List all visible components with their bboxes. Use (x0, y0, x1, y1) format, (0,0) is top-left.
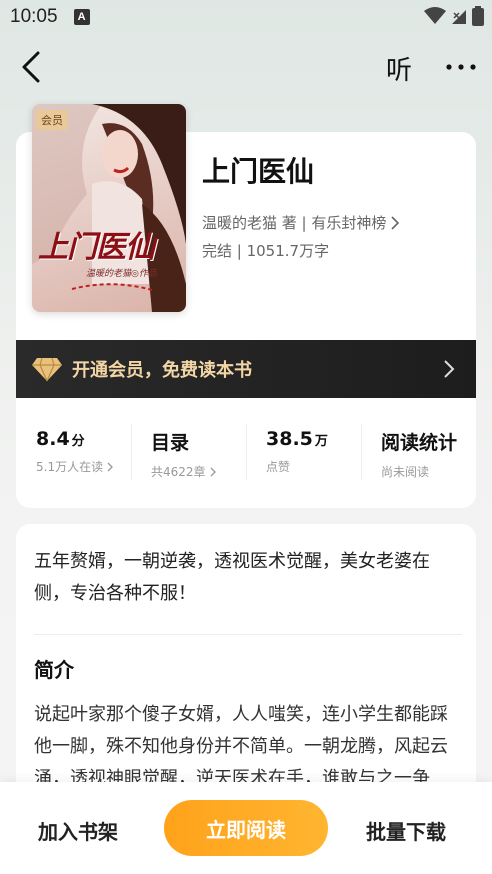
stat-likes[interactable]: 38.5 万 点赞 (246, 398, 361, 508)
signal-icon (452, 10, 466, 24)
reading-stats-label: 阅读统计 (381, 432, 458, 454)
listen-button[interactable]: 听 (386, 50, 412, 87)
likes-value: 38.5 (266, 428, 313, 450)
status-time: 10:05 (10, 6, 58, 27)
more-icon[interactable] (444, 54, 478, 80)
battery-icon (472, 6, 484, 26)
stat-rating[interactable]: 8.4 分 5.1万人在读 (16, 398, 131, 508)
chevron-right-icon (210, 467, 216, 476)
top-bar: 听 (0, 34, 492, 98)
cover-author: 温暖的老猫◎作品 (86, 269, 157, 279)
rating-value: 8.4 (36, 428, 70, 450)
stat-catalog[interactable]: 目录 共4622章 (131, 398, 246, 508)
likes-unit: 万 (314, 434, 328, 449)
book-title: 上门医仙 (202, 155, 315, 188)
stat-reading-stats[interactable]: 阅读统计 尚未阅读 (361, 398, 476, 508)
diamond-icon (32, 357, 62, 382)
reading-status: 尚未阅读 (381, 465, 430, 479)
book-author-line[interactable]: 温暖的老猫 著 | 有乐封神榜 (202, 212, 401, 233)
book-cover[interactable]: 会员 上门医仙 温暖的老猫◎作品 (32, 104, 186, 312)
cover-illustration (32, 104, 186, 312)
back-icon[interactable] (18, 50, 48, 84)
book-status-line: 完结 | 1051.7万字 (202, 242, 330, 260)
cover-title: 上门医仙 (38, 230, 155, 265)
chevron-right-icon (391, 215, 400, 230)
stats-row: 8.4 分 5.1万人在读 目录 共4622章 38.5 万 点赞 阅读统计 尚未阅… (16, 398, 476, 508)
add-to-shelf-button[interactable]: 加入书架 (38, 816, 118, 845)
likes-label: 点赞 (266, 460, 291, 474)
chevron-right-icon (107, 462, 114, 471)
rating-unit: 分 (71, 434, 85, 449)
vip-banner-text: 开通会员，免费读本书 (72, 360, 252, 381)
wifi-icon (424, 7, 446, 24)
readers-count: 5.1万人在读 (36, 460, 104, 474)
cover-vip-badge: 会员 (36, 110, 68, 130)
intro-heading: 简介 (34, 658, 74, 682)
chapter-count: 共4622章 (151, 465, 206, 479)
vip-banner[interactable]: 开通会员，免费读本书 (16, 340, 476, 398)
notification-badge: A (73, 9, 90, 25)
catalog-label: 目录 (151, 432, 190, 454)
author-text: 温暖的老猫 著 | 有乐封神榜 (202, 214, 387, 232)
chevron-right-icon (444, 360, 455, 378)
status-bar: 10:05 A (0, 0, 492, 34)
read-now-button[interactable]: 立即阅读 (164, 800, 328, 856)
status-icons (424, 6, 484, 26)
book-tagline: 五年赘婿，一朝逆袭，透视医术觉醒，美女老婆在侧，专治各种不服！ (34, 551, 430, 604)
bottom-action-bar: 加入书架 立即阅读 批量下载 (0, 782, 492, 874)
divider (34, 634, 462, 635)
intro-text[interactable]: 说起叶家那个傻子女婿，人人嗤笑，连小学生都能踩他一脚，殊不知他身份并不简单。一朝… (34, 699, 462, 795)
batch-download-button[interactable]: 批量下载 (366, 816, 446, 845)
